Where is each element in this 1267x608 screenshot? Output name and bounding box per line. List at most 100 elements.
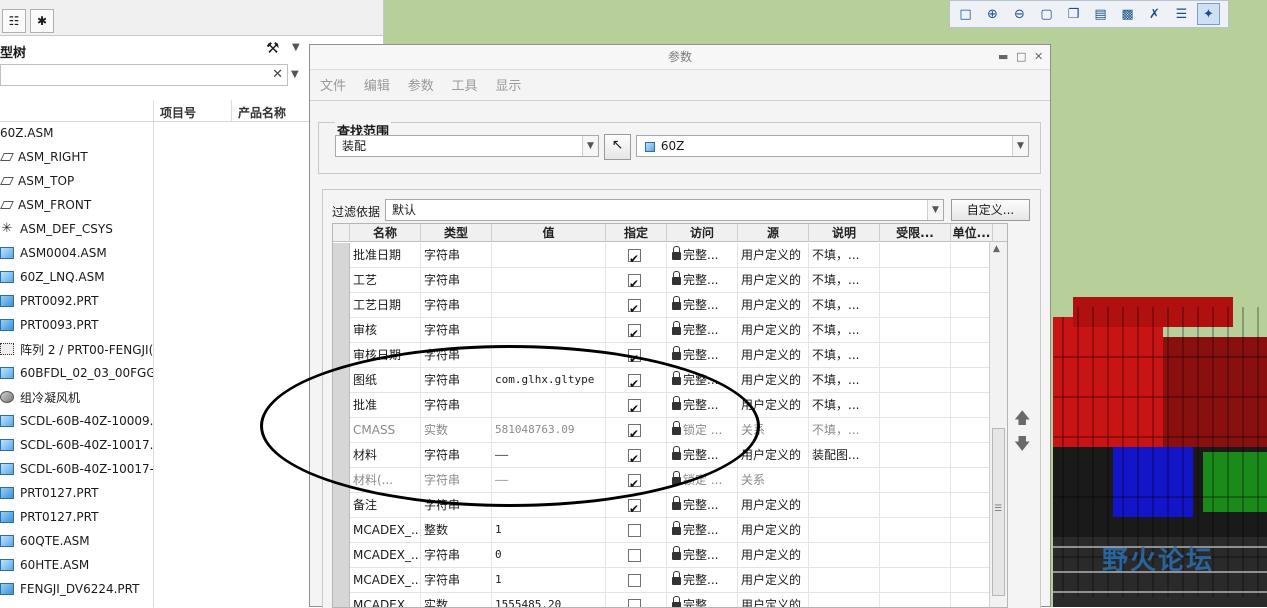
- table-row[interactable]: MCADEX_...字符串1完整...用户定义的: [333, 568, 993, 593]
- cell-desc[interactable]: [809, 543, 880, 568]
- cell-value[interactable]: com.glhx.gltype: [492, 368, 606, 393]
- cell-type[interactable]: 字符串: [421, 368, 492, 393]
- cell-value[interactable]: 0: [492, 543, 606, 568]
- column-header-product-name[interactable]: 产品名称: [238, 104, 286, 121]
- menu-tools[interactable]: 工具: [452, 79, 478, 94]
- cell-units[interactable]: [951, 368, 993, 393]
- cell-desc[interactable]: 不填，...: [809, 368, 880, 393]
- cell-designated[interactable]: [606, 493, 667, 518]
- cell-restricted[interactable]: [880, 318, 951, 343]
- tree-item[interactable]: SCDL-60B-40Z-10017.A: [0, 433, 153, 457]
- cell-desc[interactable]: 不填，...: [809, 393, 880, 418]
- cell-desc[interactable]: [809, 593, 880, 608]
- cell-name[interactable]: 批准: [350, 393, 421, 418]
- refit-icon[interactable]: □: [954, 3, 977, 25]
- star-icon[interactable]: ✱: [30, 9, 54, 33]
- cell-restricted[interactable]: [880, 368, 951, 393]
- cell-name[interactable]: 审核: [350, 318, 421, 343]
- cell-access[interactable]: 完整...: [667, 568, 738, 593]
- model-tree-search-input[interactable]: ✕: [0, 64, 288, 86]
- cell-value[interactable]: 1: [492, 568, 606, 593]
- cell-source[interactable]: 用户定义的: [738, 243, 809, 268]
- table-row[interactable]: 图纸字符串com.glhx.gltype完整...用户定义的不填，...: [333, 368, 993, 393]
- cell-source[interactable]: 关系: [738, 418, 809, 443]
- cell-name[interactable]: 审核日期: [350, 343, 421, 368]
- row-selector[interactable]: [333, 493, 350, 518]
- cell-name[interactable]: 图纸: [350, 368, 421, 393]
- row-selector[interactable]: [333, 393, 350, 418]
- table-row[interactable]: 材料(...字符串——锁定 ...关系: [333, 468, 993, 493]
- cell-restricted[interactable]: [880, 593, 951, 608]
- close-icon[interactable]: ✕: [1034, 50, 1043, 63]
- table-row[interactable]: 批准字符串完整...用户定义的不填，...: [333, 393, 993, 418]
- cell-designated[interactable]: [606, 318, 667, 343]
- cell-designated[interactable]: [606, 568, 667, 593]
- cell-name[interactable]: 材料(...: [350, 468, 421, 493]
- designate-checkbox[interactable]: [628, 424, 641, 437]
- cell-restricted[interactable]: [880, 418, 951, 443]
- cell-units[interactable]: [951, 393, 993, 418]
- cell-access[interactable]: 锁定 ...: [667, 468, 738, 493]
- cell-designated[interactable]: [606, 593, 667, 608]
- cell-designated[interactable]: [606, 243, 667, 268]
- designate-checkbox[interactable]: [628, 349, 641, 362]
- cell-desc[interactable]: 不填，...: [809, 318, 880, 343]
- cell-units[interactable]: [951, 343, 993, 368]
- row-selector[interactable]: [333, 543, 350, 568]
- cell-access[interactable]: 锁定 ...: [667, 418, 738, 443]
- cell-name[interactable]: MCADEX_...: [350, 518, 421, 543]
- cell-source[interactable]: 用户定义的: [738, 518, 809, 543]
- customize-button[interactable]: 自定义...: [951, 199, 1030, 221]
- cell-value[interactable]: [492, 268, 606, 293]
- cell-type[interactable]: 字符串: [421, 543, 492, 568]
- header-name[interactable]: 名称: [350, 224, 421, 242]
- designate-checkbox[interactable]: [628, 474, 641, 487]
- tree-item[interactable]: PRT0092.PRT: [0, 289, 153, 313]
- menu-display[interactable]: 显示: [495, 79, 521, 94]
- cell-type[interactable]: 字符串: [421, 443, 492, 468]
- cell-source[interactable]: 用户定义的: [738, 493, 809, 518]
- tree-item[interactable]: PRT0127.PRT: [0, 481, 153, 505]
- header-units[interactable]: 单位...: [951, 224, 993, 242]
- cell-source[interactable]: 用户定义的: [738, 343, 809, 368]
- cell-source[interactable]: 用户定义的: [738, 393, 809, 418]
- cell-desc[interactable]: 不填，...: [809, 268, 880, 293]
- cell-source[interactable]: 用户定义的: [738, 293, 809, 318]
- tree-item[interactable]: PRT0127.PRT: [0, 505, 153, 529]
- cell-restricted[interactable]: [880, 293, 951, 318]
- designate-checkbox[interactable]: [628, 324, 641, 337]
- header-designated[interactable]: 指定: [606, 224, 667, 242]
- cell-type[interactable]: 实数: [421, 593, 492, 608]
- chevron-down-icon[interactable]: ▼: [927, 200, 943, 220]
- cell-access[interactable]: 完整...: [667, 268, 738, 293]
- tree-item[interactable]: ✳ASM_DEF_CSYS: [0, 217, 153, 241]
- designate-checkbox[interactable]: [628, 499, 641, 512]
- cell-access[interactable]: 完整...: [667, 368, 738, 393]
- designate-checkbox[interactable]: [628, 449, 641, 462]
- cell-units[interactable]: [951, 543, 993, 568]
- cell-type[interactable]: 字符串: [421, 493, 492, 518]
- chevron-down-icon[interactable]: ▼: [582, 136, 598, 156]
- lookup-scope-select[interactable]: 装配 ▼: [335, 135, 599, 157]
- cell-units[interactable]: [951, 318, 993, 343]
- table-row[interactable]: 批准日期字符串完整...用户定义的不填，...: [333, 243, 993, 268]
- designate-checkbox[interactable]: [628, 274, 641, 287]
- cell-type[interactable]: 字符串: [421, 343, 492, 368]
- cell-access[interactable]: 完整...: [667, 243, 738, 268]
- cell-type[interactable]: 字符串: [421, 243, 492, 268]
- cell-restricted[interactable]: [880, 268, 951, 293]
- tree-item[interactable]: ASM_RIGHT: [0, 145, 153, 169]
- cell-restricted[interactable]: [880, 443, 951, 468]
- cell-restricted[interactable]: [880, 468, 951, 493]
- row-selector[interactable]: [333, 418, 350, 443]
- cell-name[interactable]: MCADEX_...: [350, 568, 421, 593]
- cell-type[interactable]: 整数: [421, 518, 492, 543]
- cell-units[interactable]: [951, 418, 993, 443]
- cell-units[interactable]: [951, 268, 993, 293]
- table-row[interactable]: MCADEX_...实数1555485.20完整...用户定义的: [333, 593, 993, 608]
- chevron-down-icon[interactable]: ▼: [292, 42, 300, 53]
- cell-value[interactable]: ——: [492, 443, 606, 468]
- cell-units[interactable]: [951, 468, 993, 493]
- table-row[interactable]: MCADEX_...字符串0完整...用户定义的: [333, 543, 993, 568]
- cell-restricted[interactable]: [880, 343, 951, 368]
